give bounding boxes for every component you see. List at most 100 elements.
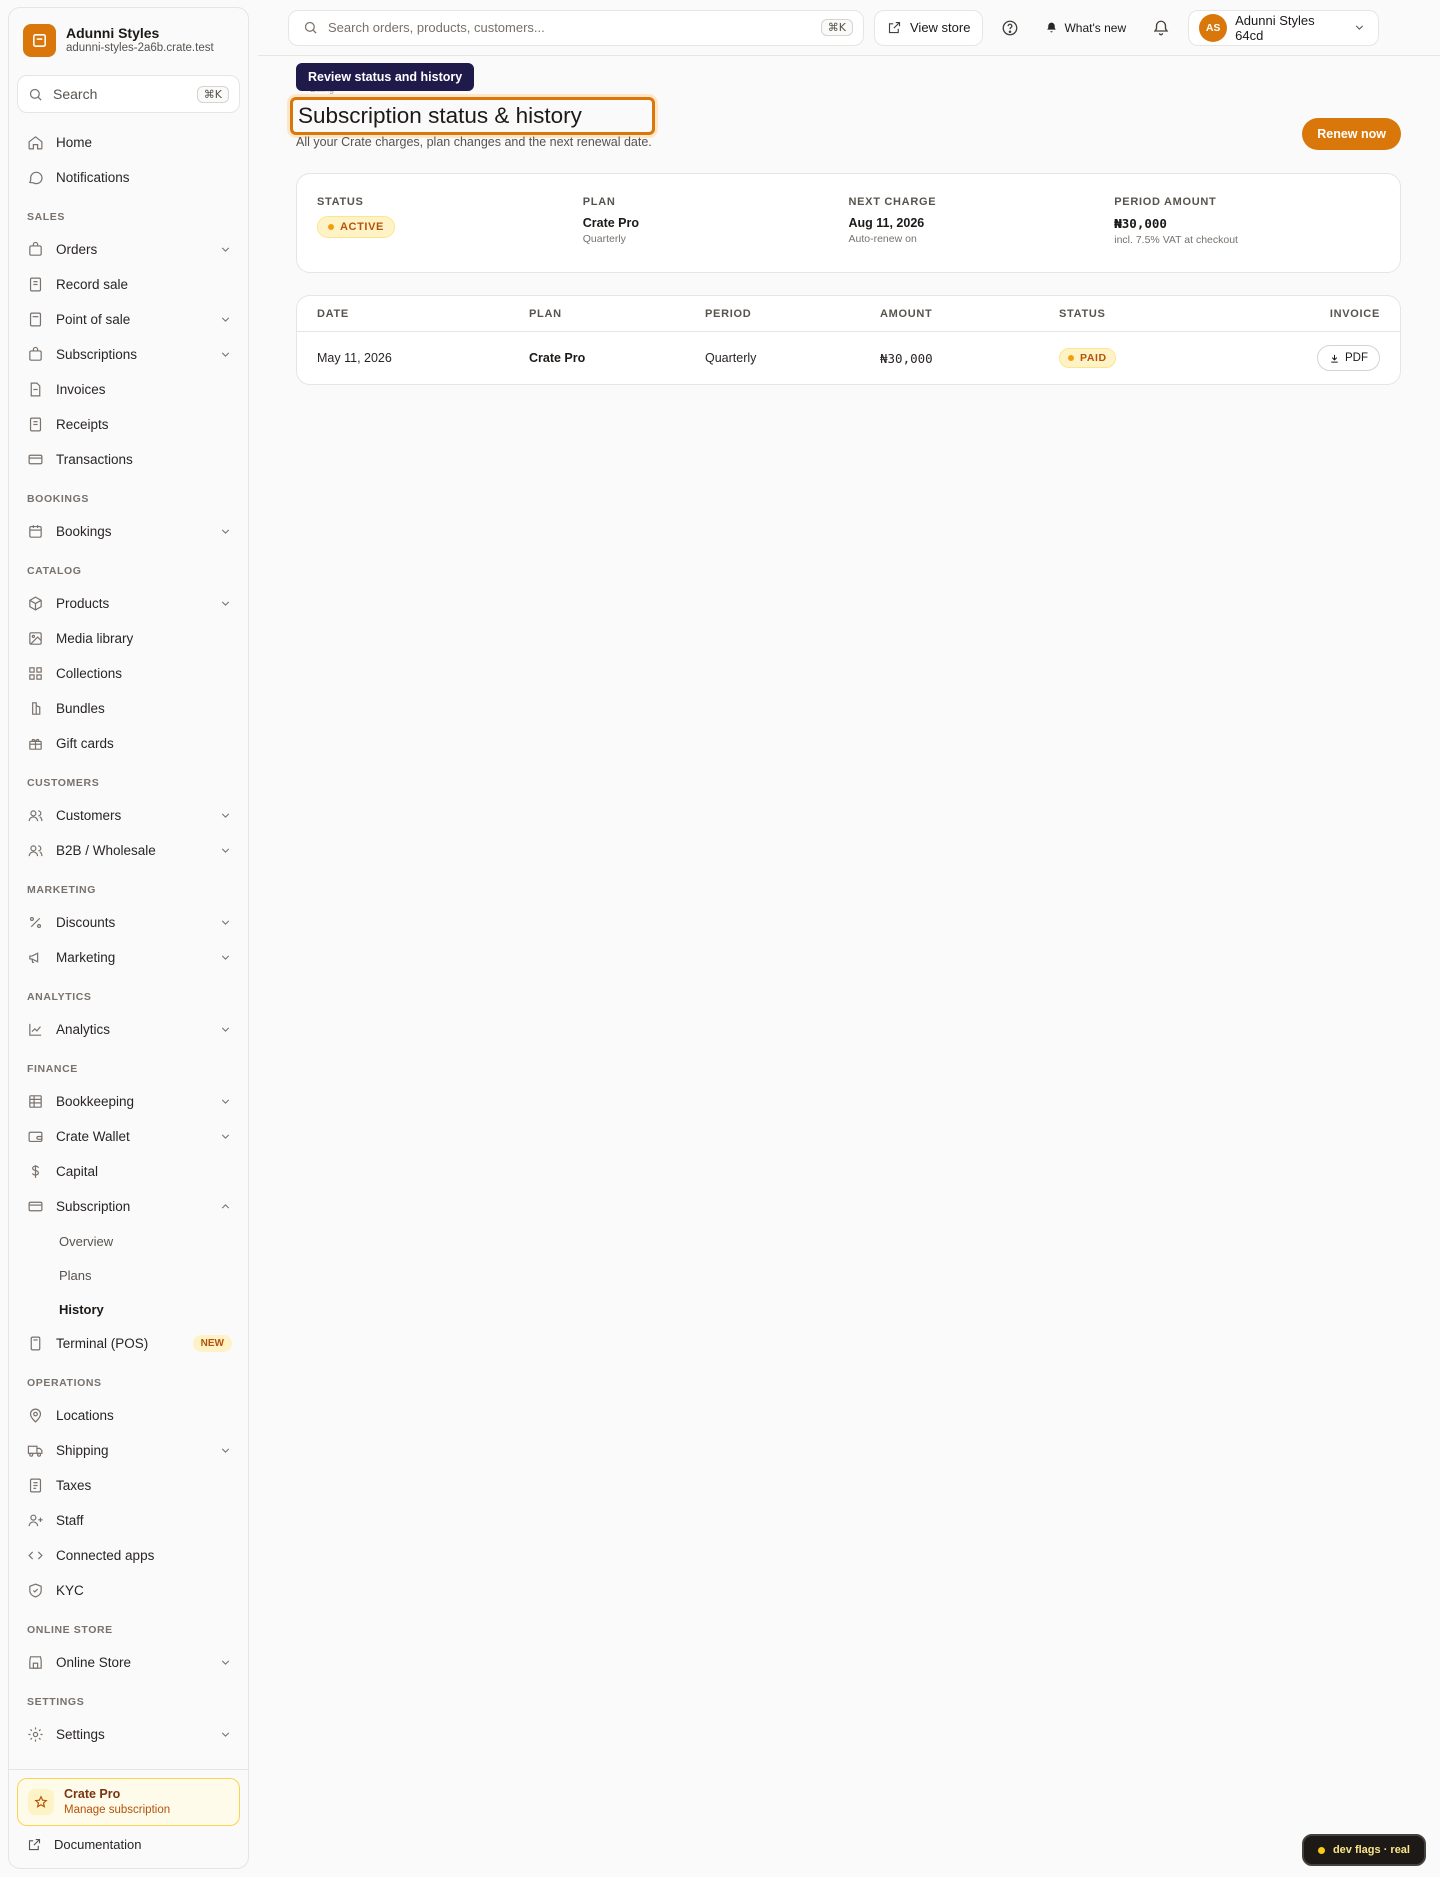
download-pdf-label: PDF: [1345, 352, 1368, 364]
sidebar-item-record-sale[interactable]: Record sale: [17, 267, 240, 302]
sidebar-item-invoices[interactable]: Invoices: [17, 372, 240, 407]
sidebar-item-crate-wallet[interactable]: Crate Wallet: [17, 1119, 240, 1154]
summary-period-amount: PERIOD AMOUNT ₦30,000 incl. 7.5% VAT at …: [1114, 196, 1380, 272]
nav-section-sales: SALES: [27, 211, 66, 223]
sidebar-item-kyc[interactable]: KYC: [17, 1573, 240, 1608]
grid-icon: [29, 667, 42, 680]
view-store-button[interactable]: View store: [874, 9, 984, 46]
status-dot-icon: [1317, 1846, 1325, 1854]
sidebar-item-notifications[interactable]: Notifications: [17, 160, 240, 195]
chevron-down-icon: [221, 247, 230, 252]
sidebar-item-label: Connected apps: [56, 1548, 155, 1563]
whats-new-button[interactable]: What's new: [1037, 21, 1134, 35]
chevron-down-icon: [221, 920, 230, 925]
sidebar-item-label: Taxes: [56, 1478, 92, 1493]
sidebar-item-bundles[interactable]: Bundles: [17, 691, 240, 726]
message-bubble-icon: [28, 171, 43, 185]
new-badge: NEW: [192, 1335, 232, 1352]
sidebar-item-collections[interactable]: Collections: [17, 656, 240, 691]
top-bar: Search orders, products, customers... ⌘K…: [258, 0, 1440, 56]
sidebar-search-placeholder: Search: [53, 86, 98, 102]
manage-subscription-link[interactable]: Manage subscription: [64, 1803, 170, 1818]
sidebar-item-label: Subscription: [56, 1199, 131, 1214]
sidebar-subitem-overview[interactable]: Overview: [17, 1224, 240, 1258]
sidebar-search[interactable]: Search ⌘K: [17, 75, 240, 113]
sidebar-item-label: Analytics: [56, 1022, 111, 1037]
help-button[interactable]: [993, 10, 1027, 46]
sidebar-item-subscriptions[interactable]: Subscriptions: [17, 337, 240, 372]
chevron-down-icon: [221, 1660, 230, 1665]
sidebar-item-settings[interactable]: Settings: [17, 1717, 240, 1752]
store-switcher[interactable]: Adunni Styles adunni-styles-2a6b.crate.t…: [9, 8, 248, 69]
sidebar-item-transactions[interactable]: Transactions: [17, 442, 240, 477]
terminal-device-icon: [30, 1336, 41, 1351]
sidebar-item-customers[interactable]: Customers: [17, 798, 240, 833]
table-header: DATE PLAN PERIOD AMOUNT STATUS INVOICE: [297, 296, 1400, 332]
sidebar-item-label: Transactions: [56, 452, 133, 467]
download-pdf-button[interactable]: PDF: [1317, 345, 1380, 371]
sidebar-item-connected-apps[interactable]: Connected apps: [17, 1538, 240, 1573]
chevron-down-icon: [221, 813, 230, 818]
sidebar-item-locations[interactable]: Locations: [17, 1398, 240, 1433]
sidebar-item-receipts[interactable]: Receipts: [17, 407, 240, 442]
shopping-bag-icon: [29, 241, 42, 256]
sidebar-subitem-history[interactable]: History: [17, 1292, 240, 1326]
ledger-icon: [29, 1095, 42, 1108]
avatar: AS: [1199, 13, 1228, 42]
sidebar-item-gift-cards[interactable]: Gift cards: [17, 726, 240, 761]
sidebar-item-staff[interactable]: Staff: [17, 1503, 240, 1538]
sidebar-item-discounts[interactable]: Discounts: [17, 905, 240, 940]
sidebar-item-shipping[interactable]: Shipping: [17, 1433, 240, 1468]
sidebar-item-point-of-sale[interactable]: Point of sale: [17, 302, 240, 337]
sidebar-item-products[interactable]: Products: [17, 586, 240, 621]
dev-flags-toggle[interactable]: dev flags · real: [1301, 1834, 1426, 1866]
notifications-button[interactable]: [1144, 10, 1178, 46]
sidebar-item-online-store[interactable]: Online Store: [17, 1645, 240, 1680]
dollar-icon: [32, 1165, 39, 1178]
sidebar-item-taxes[interactable]: Taxes: [17, 1468, 240, 1503]
nav-section-finance: FINANCE: [27, 1063, 78, 1075]
sidebar-item-capital[interactable]: Capital: [17, 1154, 240, 1189]
chevron-down-icon: [221, 1027, 230, 1032]
global-search-input[interactable]: Search orders, products, customers... ⌘K: [288, 9, 864, 46]
account-menu-button[interactable]: AS Adunni Styles 64cd: [1188, 9, 1380, 46]
nav-section-marketing: MARKETING: [27, 884, 96, 896]
sidebar-item-label: Gift cards: [56, 736, 114, 751]
sidebar-item-marketing[interactable]: Marketing: [17, 940, 240, 975]
star-icon: [28, 1789, 54, 1815]
sidebar-item-orders[interactable]: Orders: [17, 232, 240, 267]
download-icon: [1331, 354, 1338, 363]
auto-renew-status: Auto-renew on: [848, 233, 917, 245]
column-header-amount: AMOUNT: [880, 307, 933, 320]
sidebar-item-bookkeeping[interactable]: Bookkeeping: [17, 1084, 240, 1119]
sidebar-item-label: Receipts: [56, 417, 109, 432]
external-link-icon: [28, 1838, 41, 1850]
sidebar-item-bookings[interactable]: Bookings: [17, 514, 240, 549]
sidebar-item-media-library[interactable]: Media library: [17, 621, 240, 656]
view-store-label: View store: [910, 20, 971, 35]
plan-label: PLAN: [582, 196, 616, 208]
plan-card[interactable]: Crate Pro Manage subscription: [17, 1778, 240, 1826]
sidebar-subitem-plans[interactable]: Plans: [17, 1258, 240, 1292]
sidebar-item-label: Discounts: [56, 915, 116, 930]
plan-name: Crate Pro: [64, 1787, 121, 1802]
documentation-link[interactable]: Documentation: [17, 1826, 240, 1862]
plan-value: Crate Pro: [582, 216, 640, 230]
row-period: Quarterly: [705, 351, 757, 365]
sidebar-item-terminal-pos[interactable]: Terminal (POS) NEW: [17, 1326, 240, 1361]
sidebar-item-label: Terminal (POS): [56, 1336, 149, 1351]
storefront-icon: [29, 1656, 42, 1669]
renew-now-button[interactable]: Renew now: [1302, 118, 1401, 150]
sidebar-item-label: Locations: [56, 1408, 114, 1423]
sidebar-item-b2b-wholesale[interactable]: B2B / Wholesale: [17, 833, 240, 868]
store-url: adunni-styles-2a6b.crate.test: [66, 42, 214, 54]
sidebar-item-label: Media library: [56, 631, 134, 646]
sidebar-item-analytics[interactable]: Analytics: [17, 1012, 240, 1047]
nav-section-operations: OPERATIONS: [27, 1377, 102, 1389]
whats-new-label: What's new: [1064, 20, 1127, 35]
sidebar-item-subscription[interactable]: Subscription: [17, 1189, 240, 1224]
bundle-icon: [32, 702, 41, 715]
receipt-icon: [29, 417, 42, 432]
sidebar-item-home[interactable]: Home: [17, 125, 240, 160]
status-label: STATUS: [317, 196, 364, 208]
